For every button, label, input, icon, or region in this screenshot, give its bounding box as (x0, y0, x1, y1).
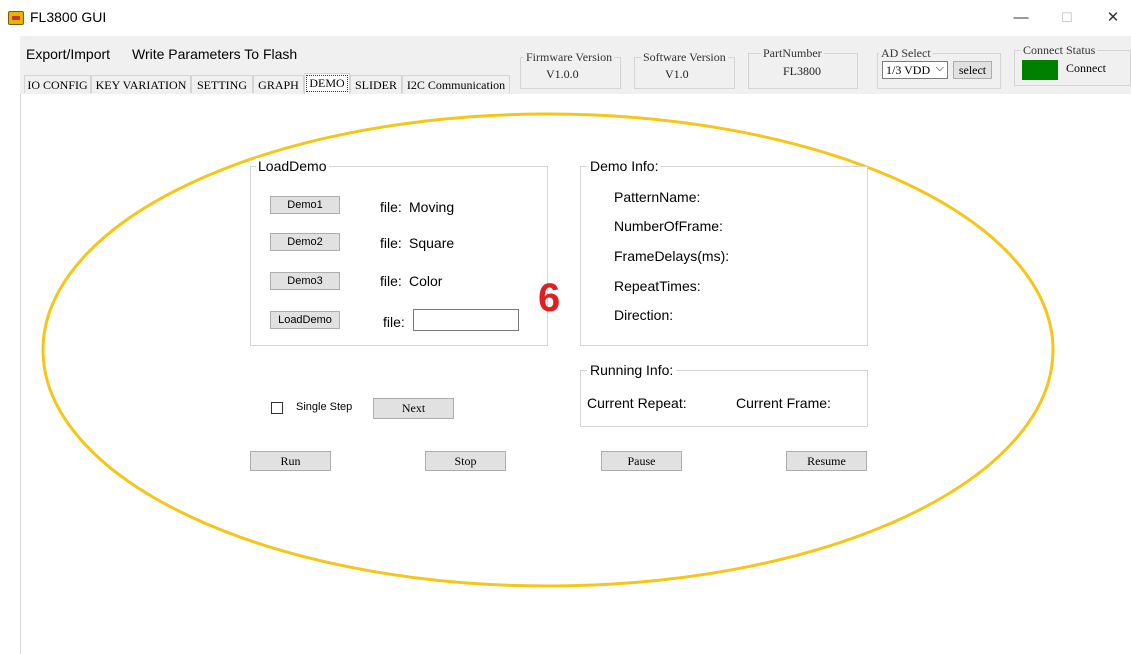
demo-info-direction: Direction: (614, 307, 674, 323)
demo1-file-value: Moving (409, 199, 455, 215)
demo1-button[interactable]: Demo1 (270, 196, 340, 214)
annotation-ellipse (41, 112, 1055, 588)
next-button[interactable]: Next (373, 398, 454, 419)
annotation-ellipse-layer (41, 112, 1055, 588)
demo2-file-value: Square (409, 235, 455, 251)
demo2-file-label: file: (380, 235, 402, 251)
demo-info-pattern-name: PatternName: (614, 189, 701, 205)
stop-button[interactable]: Stop (425, 451, 506, 471)
pause-button[interactable]: Pause (601, 451, 682, 471)
demo-info-repeat-times: RepeatTimes: (614, 278, 701, 294)
demo-info-frame-delays: FrameDelays(ms): (614, 248, 730, 264)
demo1-file-label: file: (380, 199, 402, 215)
load-demo-file-input[interactable] (413, 309, 519, 331)
demo-info-number-of-frame: NumberOfFrame: (614, 218, 723, 234)
run-button[interactable]: Run (250, 451, 331, 471)
load-demo-button[interactable]: LoadDemo (270, 311, 340, 329)
demo-info-title: Demo Info: (587, 158, 662, 174)
load-demo-title: LoadDemo (256, 158, 329, 174)
single-step-label: Single Step (296, 401, 353, 413)
load-demo-file-label: file: (383, 314, 405, 330)
demo2-button[interactable]: Demo2 (270, 233, 340, 251)
annotation-number: 6 (538, 276, 561, 320)
demo3-button[interactable]: Demo3 (270, 272, 340, 290)
running-info-current-frame: Current Frame: (736, 395, 831, 411)
running-info-current-repeat: Current Repeat: (587, 395, 687, 411)
running-info-title: Running Info: (587, 362, 677, 378)
demo3-file-value: Color (409, 273, 443, 289)
single-step-checkbox[interactable] (271, 402, 283, 414)
demo3-file-label: file: (380, 273, 402, 289)
resume-button[interactable]: Resume (786, 451, 867, 471)
